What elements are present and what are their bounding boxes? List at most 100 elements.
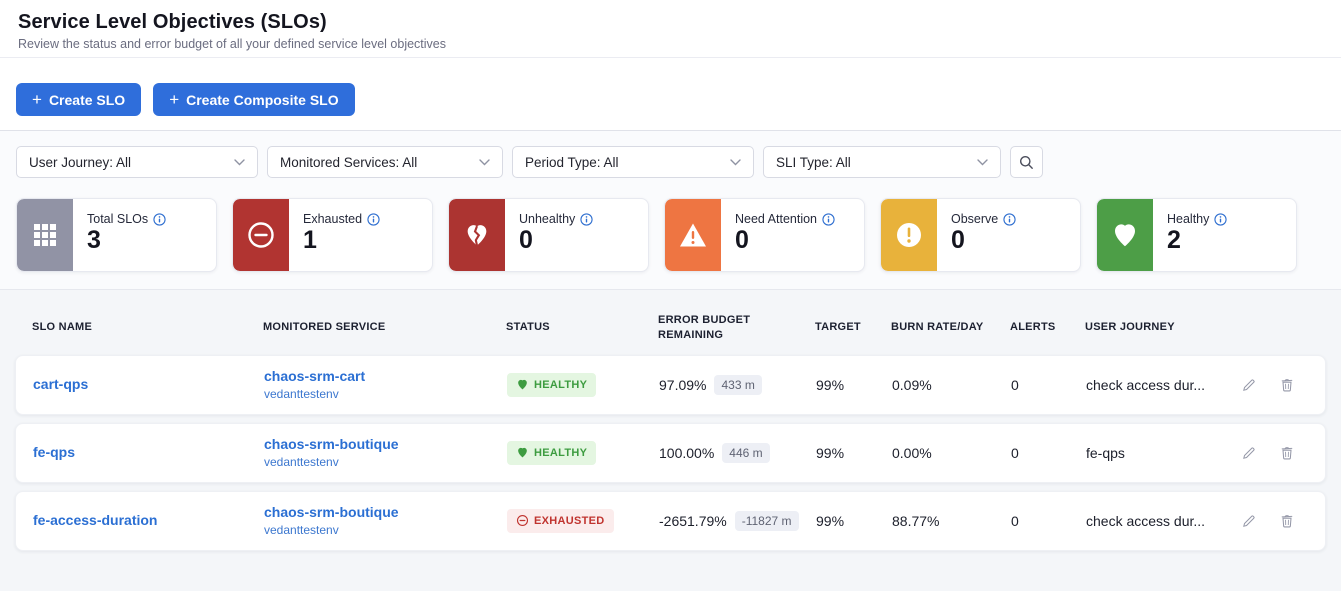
col-header-status: Status bbox=[506, 320, 658, 335]
stat-value: 0 bbox=[519, 227, 593, 255]
create-slo-button[interactable]: + Create SLO bbox=[16, 83, 141, 116]
col-header-user-journey: User Journey bbox=[1085, 320, 1240, 335]
summary-cards-row: Total SLOs 3 Exhausted 1 bbox=[16, 198, 1325, 289]
healthy-card[interactable]: Healthy 2 bbox=[1096, 198, 1297, 272]
stat-label: Healthy bbox=[1167, 212, 1209, 226]
status-badge: EXHAUSTED bbox=[507, 509, 614, 533]
minus-circle-icon bbox=[246, 220, 276, 250]
stat-label: Exhausted bbox=[303, 212, 362, 226]
heart-icon bbox=[516, 378, 529, 391]
col-header-monitored-service: Monitored Service bbox=[263, 320, 506, 335]
target-value: 99% bbox=[816, 377, 892, 393]
heart-icon bbox=[1110, 220, 1140, 250]
create-composite-slo-label: Create Composite SLO bbox=[186, 92, 338, 108]
col-header-target: Target bbox=[815, 320, 891, 335]
table-row[interactable]: fe-access-duration chaos-srm-boutique ve… bbox=[15, 491, 1326, 551]
broken-heart-icon bbox=[463, 221, 491, 249]
error-budget-percent: -2651.79% bbox=[659, 513, 727, 529]
monitored-service-link[interactable]: chaos-srm-boutique bbox=[264, 436, 507, 454]
edit-button[interactable] bbox=[1241, 445, 1257, 461]
user-journey-filter-label: User Journey: All bbox=[29, 155, 131, 170]
monitored-services-filter-dropdown[interactable]: Monitored Services: All bbox=[267, 146, 503, 178]
period-type-filter-dropdown[interactable]: Period Type: All bbox=[512, 146, 754, 178]
table-row[interactable]: fe-qps chaos-srm-boutique vedanttestenv … bbox=[15, 423, 1326, 483]
need-attention-card[interactable]: Need Attention 0 bbox=[664, 198, 865, 272]
stat-label: Need Attention bbox=[735, 212, 817, 226]
info-icon[interactable] bbox=[822, 213, 835, 226]
edit-button[interactable] bbox=[1241, 377, 1257, 393]
exclamation-circle-icon bbox=[894, 220, 924, 250]
observe-card[interactable]: Observe 0 bbox=[880, 198, 1081, 272]
stat-label: Total SLOs bbox=[87, 212, 148, 226]
page-header: Service Level Objectives (SLOs) Review t… bbox=[0, 0, 1341, 58]
info-icon[interactable] bbox=[1214, 213, 1227, 226]
stat-value: 2 bbox=[1167, 227, 1227, 255]
slo-table: SLO Name Monitored Service Status Error … bbox=[0, 289, 1341, 591]
grid-icon bbox=[32, 222, 58, 248]
col-header-burn-rate: Burn Rate/Day bbox=[891, 320, 1010, 335]
exhausted-card[interactable]: Exhausted 1 bbox=[232, 198, 433, 272]
burn-rate-value: 0.00% bbox=[892, 445, 1011, 461]
delete-button[interactable] bbox=[1279, 513, 1295, 529]
table-row[interactable]: cart-qps chaos-srm-cart vedanttestenv HE… bbox=[15, 355, 1326, 415]
stat-label: Observe bbox=[951, 212, 998, 226]
user-journey-filter-dropdown[interactable]: User Journey: All bbox=[16, 146, 258, 178]
col-header-slo-name: SLO Name bbox=[32, 320, 263, 335]
burn-rate-value: 0.09% bbox=[892, 377, 1011, 393]
target-value: 99% bbox=[816, 513, 892, 529]
total-slos-card[interactable]: Total SLOs 3 bbox=[16, 198, 217, 272]
stat-label: Unhealthy bbox=[519, 212, 575, 226]
environment-label: vedanttestenv bbox=[264, 455, 507, 469]
stat-value: 1 bbox=[303, 227, 380, 255]
delete-button[interactable] bbox=[1279, 445, 1295, 461]
sli-type-filter-dropdown[interactable]: SLI Type: All bbox=[763, 146, 1001, 178]
stat-value: 0 bbox=[735, 227, 835, 255]
error-budget-minutes: 433 m bbox=[714, 375, 761, 395]
minus-circle-icon bbox=[516, 514, 529, 527]
status-badge: HEALTHY bbox=[507, 373, 596, 397]
delete-button[interactable] bbox=[1279, 377, 1295, 393]
error-budget-percent: 97.09% bbox=[659, 377, 706, 393]
unhealthy-card[interactable]: Unhealthy 0 bbox=[448, 198, 649, 272]
target-value: 99% bbox=[816, 445, 892, 461]
alerts-count: 0 bbox=[1011, 513, 1086, 529]
trash-icon bbox=[1279, 377, 1295, 393]
heart-icon bbox=[516, 446, 529, 459]
search-button[interactable] bbox=[1010, 146, 1043, 178]
alerts-count: 0 bbox=[1011, 445, 1086, 461]
info-icon[interactable] bbox=[153, 213, 166, 226]
stat-value: 3 bbox=[87, 227, 166, 255]
environment-label: vedanttestenv bbox=[264, 387, 507, 401]
page-subtitle: Review the status and error budget of al… bbox=[18, 37, 1323, 51]
filters-and-summary-band: User Journey: All Monitored Services: Al… bbox=[0, 131, 1341, 289]
chevron-down-icon bbox=[479, 159, 490, 166]
search-icon bbox=[1019, 155, 1034, 170]
info-icon[interactable] bbox=[1003, 213, 1016, 226]
error-budget-minutes: -11827 m bbox=[735, 511, 799, 531]
status-badge: HEALTHY bbox=[507, 441, 596, 465]
warning-triangle-icon bbox=[678, 221, 708, 249]
col-header-error-budget: Error Budget Remaining bbox=[658, 313, 815, 343]
slo-name-link[interactable]: fe-access-duration bbox=[33, 512, 157, 528]
col-header-alerts: Alerts bbox=[1010, 320, 1085, 335]
info-icon[interactable] bbox=[367, 213, 380, 226]
burn-rate-value: 88.77% bbox=[892, 513, 1011, 529]
filter-row: User Journey: All Monitored Services: Al… bbox=[16, 146, 1325, 178]
edit-button[interactable] bbox=[1241, 513, 1257, 529]
table-header-row: SLO Name Monitored Service Status Error … bbox=[15, 290, 1326, 355]
monitored-service-link[interactable]: chaos-srm-boutique bbox=[264, 504, 507, 522]
create-composite-slo-button[interactable]: + Create Composite SLO bbox=[153, 83, 354, 116]
plus-icon: + bbox=[169, 91, 179, 108]
action-bar: + Create SLO + Create Composite SLO bbox=[0, 58, 1341, 131]
sli-type-filter-label: SLI Type: All bbox=[776, 155, 851, 170]
info-icon[interactable] bbox=[580, 213, 593, 226]
page-title: Service Level Objectives (SLOs) bbox=[18, 11, 1323, 34]
monitored-service-link[interactable]: chaos-srm-cart bbox=[264, 368, 507, 386]
slo-name-link[interactable]: fe-qps bbox=[33, 444, 75, 460]
slo-name-link[interactable]: cart-qps bbox=[33, 376, 88, 392]
stat-value: 0 bbox=[951, 227, 1016, 255]
monitored-services-filter-label: Monitored Services: All bbox=[280, 155, 417, 170]
user-journey-value: fe-qps bbox=[1086, 445, 1241, 461]
pencil-icon bbox=[1241, 445, 1257, 461]
alerts-count: 0 bbox=[1011, 377, 1086, 393]
